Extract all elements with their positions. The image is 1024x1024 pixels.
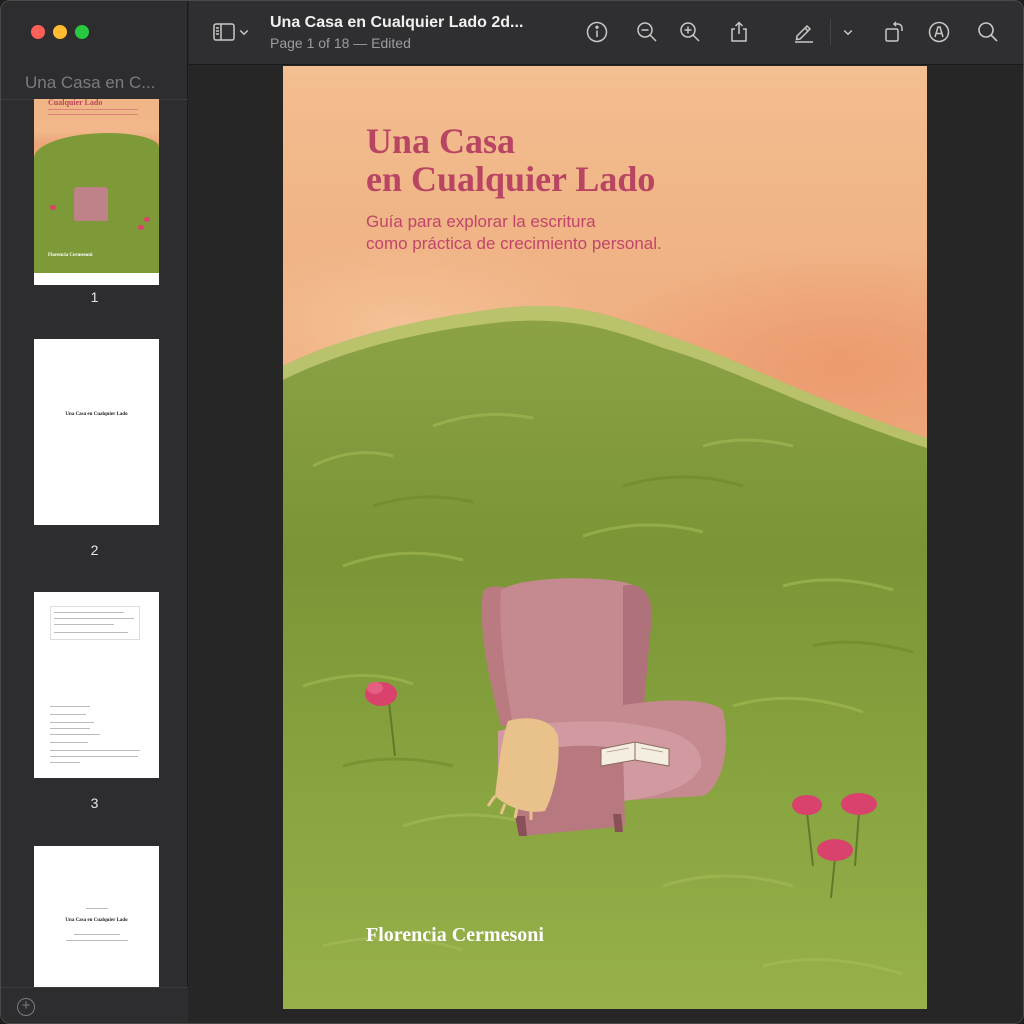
thumbnail-text-line xyxy=(50,728,90,729)
preview-window: Una Casa en C... Una Casa en Cualquier L… xyxy=(0,0,1024,1024)
cover-title-line-2: en Cualquier Lado xyxy=(366,159,656,199)
cover-subtitle-line-2: como práctica de crecimiento personal. xyxy=(366,234,662,253)
thumbnail-number: 2 xyxy=(90,542,99,558)
pdf-page-1[interactable]: Una Casa en Cualquier Lado Guía para exp… xyxy=(283,66,927,1009)
cover-illustration xyxy=(283,305,927,1009)
thumbnail-cover-author: Florencia Cermesoni xyxy=(48,253,93,258)
thumbnail-text-line xyxy=(54,612,124,613)
markup-options-button[interactable] xyxy=(839,17,857,47)
chevron-down-icon xyxy=(239,29,249,36)
toolbar-separator xyxy=(830,19,831,45)
cover-subtitle: Guía para explorar la escritura como prá… xyxy=(366,211,662,255)
annotate-icon xyxy=(928,21,950,43)
thumbnail-page-title: Una Casa en Cualquier Lado xyxy=(65,412,128,417)
thumbnail-page-1[interactable]: Una Casa en Cualquier Lado Florencia Cer… xyxy=(34,99,159,285)
thumbnail-list[interactable]: Una Casa en Cualquier Lado Florencia Cer… xyxy=(1,99,188,987)
document-view[interactable]: Una Casa en Cualquier Lado Guía para exp… xyxy=(189,66,1023,1023)
thumbnail-text-line xyxy=(74,934,120,935)
thumbnail-page-4[interactable]: Una Casa en Cualquier Lado xyxy=(34,846,159,987)
window-controls xyxy=(31,25,89,39)
thumbnail-text-line xyxy=(50,706,90,707)
thumbnail-sidebar: Una Casa en C... Una Casa en Cualquier L… xyxy=(1,1,188,1023)
thumbnail-text-line xyxy=(50,714,86,715)
cover-title: Una Casa en Cualquier Lado xyxy=(366,122,655,198)
close-window-button[interactable] xyxy=(31,25,45,39)
thumbnail-text-line xyxy=(50,756,138,757)
sidebar-footer: + xyxy=(1,987,188,1023)
search-icon xyxy=(978,22,998,42)
info-icon xyxy=(586,21,608,43)
thumbnail-number: 3 xyxy=(90,795,99,811)
zoom-in-icon xyxy=(680,22,700,42)
thumbnail-cover-title: Una Casa en Cualquier Lado xyxy=(48,99,103,107)
thumbnail-text-line xyxy=(66,940,128,941)
thumbnail-page-3[interactable] xyxy=(34,592,159,778)
thumbnail-page-2[interactable]: Una Casa en Cualquier Lado xyxy=(34,339,159,525)
zoom-out-button[interactable] xyxy=(632,17,662,47)
cover-subtitle-line-1: Guía para explorar la escritura xyxy=(366,212,596,231)
thumbnail-flower xyxy=(138,225,144,230)
thumbnail-text-line xyxy=(50,742,88,743)
markup-button[interactable] xyxy=(789,17,819,47)
thumbnail-text-line xyxy=(54,618,134,619)
add-page-icon[interactable]: + xyxy=(17,998,35,1016)
markup-pen-icon xyxy=(795,24,813,43)
info-button[interactable] xyxy=(582,17,612,47)
zoom-in-button[interactable] xyxy=(675,17,705,47)
cover-author: Florencia Cermesoni xyxy=(366,924,544,946)
rotate-button[interactable] xyxy=(879,17,909,47)
document-status: Page 1 of 18 — Edited xyxy=(270,35,411,51)
thumbnail-cover-subtitle xyxy=(48,109,138,115)
rotate-icon xyxy=(885,21,903,42)
fullscreen-window-button[interactable] xyxy=(75,25,89,39)
toolbar: Una Casa en Cualquier Lado 2d... Page 1 … xyxy=(189,1,1023,65)
sidebar-options-button[interactable] xyxy=(235,17,253,47)
annotate-button[interactable] xyxy=(924,17,954,47)
thumbnail-cover-art: Una Casa en Cualquier Lado Florencia Cer… xyxy=(34,99,159,273)
cover-title-line-1: Una Casa xyxy=(366,121,516,161)
thumbnail-text-line xyxy=(50,762,80,763)
thumbnail-number: 1 xyxy=(90,289,99,305)
thumbnail-text-line xyxy=(86,908,108,909)
thumbnail-text-line xyxy=(54,632,128,633)
zoom-out-icon xyxy=(637,22,657,42)
thumbnail-text-line xyxy=(50,750,140,751)
document-title[interactable]: Una Casa en Cualquier Lado 2d... xyxy=(270,14,523,32)
search-button[interactable] xyxy=(973,17,1003,47)
thumbnail-text-line xyxy=(54,624,114,625)
chevron-down-icon xyxy=(843,29,853,36)
minimize-window-button[interactable] xyxy=(53,25,67,39)
thumbnail-flower xyxy=(50,205,56,210)
share-button[interactable] xyxy=(724,17,754,47)
share-icon xyxy=(731,21,747,42)
thumbnail-text-line xyxy=(50,734,100,735)
thumbnail-flower xyxy=(144,217,150,222)
sidebar-icon xyxy=(213,23,235,41)
thumbnail-page-title: Una Casa en Cualquier Lado xyxy=(65,918,128,923)
sidebar-title: Una Casa en C... xyxy=(25,73,156,92)
thumbnail-text-line xyxy=(50,722,94,723)
thumbnail-chair xyxy=(74,187,108,221)
